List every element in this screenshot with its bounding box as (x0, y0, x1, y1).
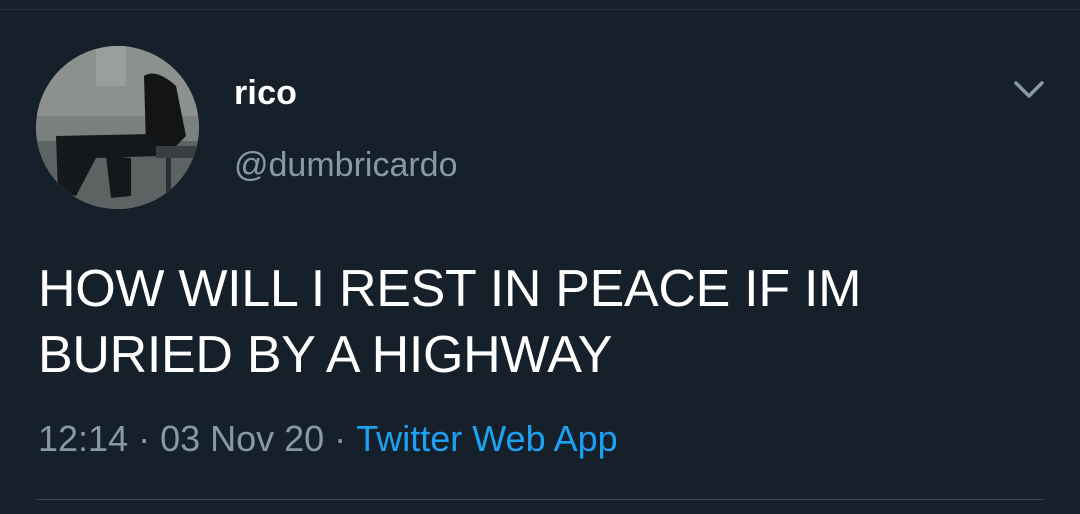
tweet-source-link[interactable]: Twitter Web App (356, 418, 617, 459)
tweet-text: HOW WILL I REST IN PEACE IF IM BURIED BY… (38, 256, 1048, 388)
tweet-text-line: HOW WILL I REST IN PEACE IF IM (38, 260, 862, 318)
tweet-text-line: BURIED BY A HIGHWAY (38, 326, 613, 384)
author-display-name[interactable]: rico (234, 74, 297, 113)
meta-separator: · (334, 418, 347, 459)
tweet-card: rico @dumbricardo HOW WILL I REST IN PEA… (0, 0, 1080, 514)
top-divider (0, 9, 1080, 10)
tweet-time[interactable]: 12:14 (38, 418, 128, 459)
meta-separator: · (138, 418, 151, 459)
chevron-down-icon[interactable] (1012, 78, 1046, 102)
avatar[interactable] (36, 46, 199, 209)
tweet-date[interactable]: 03 Nov 20 (160, 418, 324, 459)
bottom-divider (36, 499, 1044, 500)
tweet-meta: 12:14 · 03 Nov 20 · Twitter Web App (38, 418, 618, 460)
avatar-image (36, 46, 199, 209)
author-handle[interactable]: @dumbricardo (234, 146, 458, 185)
